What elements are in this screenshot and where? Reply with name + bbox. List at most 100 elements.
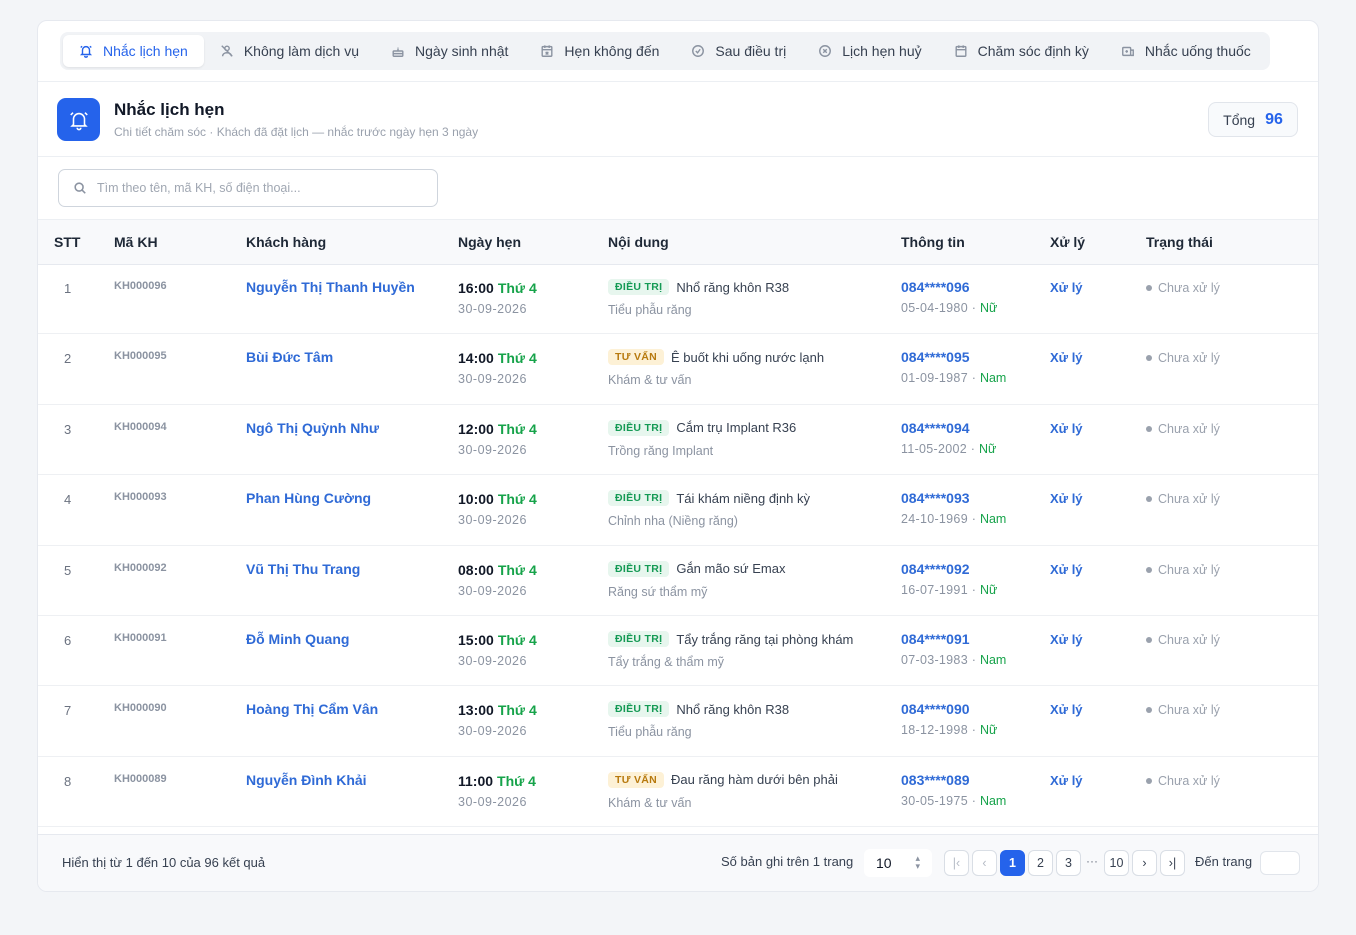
- status-text: Chưa xử lý: [1158, 492, 1220, 507]
- table-row: 4 KH000093 Phan Hùng Cường 10:00 Thứ 4 30…: [38, 475, 1318, 546]
- col-ma-kh: Mã KH: [114, 234, 158, 250]
- page-subtitle: Chi tiết chăm sóc · Khách đã đặt lịch — …: [114, 125, 479, 139]
- phone-link[interactable]: 084****094: [901, 420, 970, 436]
- phone-link[interactable]: 084****095: [901, 349, 970, 365]
- gender: Nữ: [979, 582, 998, 597]
- content: ĐIỀU TRỊ Cắm trụ Implant R36: [608, 419, 796, 436]
- process-link[interactable]: Xử lý: [1050, 280, 1083, 295]
- prev-page-button[interactable]: ‹: [972, 850, 997, 876]
- appointment-time: 15:00 Thứ 4: [458, 632, 537, 648]
- birth-date: 11-05-2002 ·: [901, 441, 980, 456]
- row-stt: 8: [64, 773, 72, 789]
- row-stt: 5: [64, 562, 72, 578]
- col-xu-ly: Xử lý: [1050, 234, 1086, 250]
- next-page-button[interactable]: ›: [1132, 850, 1157, 876]
- process-link[interactable]: Xử lý: [1050, 421, 1083, 436]
- customer-name-link[interactable]: Phan Hùng Cường: [246, 490, 371, 506]
- tab-ngay-sinh-nhat[interactable]: Ngày sinh nhật: [375, 35, 524, 67]
- customer-name-link[interactable]: Nguyễn Thị Thanh Huyền: [246, 279, 415, 295]
- status-badge: Chưa xử lý: [1146, 281, 1220, 295]
- time-value: 08:00: [458, 561, 494, 578]
- phone-link[interactable]: 084****090: [901, 701, 970, 717]
- process-link[interactable]: Xử lý: [1050, 773, 1083, 788]
- service-name: Khám & tư vấn: [608, 795, 692, 810]
- search-input[interactable]: [97, 181, 397, 195]
- phone-link[interactable]: 084****092: [901, 561, 970, 577]
- tabs: Nhắc lịch hẹn Không làm dịch vụ Ngày sin…: [60, 32, 1270, 70]
- customer-info: 01-09-1987 · Nam: [901, 371, 1006, 385]
- tab-lich-hen-huy[interactable]: Lịch hẹn huỷ: [802, 35, 937, 67]
- category-badge: ĐIỀU TRỊ: [608, 701, 670, 718]
- content-text: Ê buốt khi uống nước lạnh: [671, 349, 825, 365]
- customer-name-link[interactable]: Ngô Thị Quỳnh Như: [246, 420, 379, 436]
- table-row: 1 KH000096 Nguyễn Thị Thanh Huyền 16:00 T…: [38, 264, 1318, 335]
- pill-icon: [1121, 46, 1134, 57]
- customer-name-link[interactable]: Vũ Thị Thu Trang: [246, 561, 360, 577]
- customer-info: 30-05-1975 · Nam: [901, 794, 1006, 808]
- category-badge: ĐIỀU TRỊ: [608, 631, 670, 647]
- search-box[interactable]: [58, 169, 438, 207]
- appointment-date: 30-09-2026: [458, 583, 527, 598]
- page-button-10[interactable]: 10: [1104, 850, 1129, 876]
- section-header: Nhắc lịch hẹn Chi tiết chăm sóc · Khách …: [38, 82, 1318, 157]
- content-text: Nhổ răng khôn R38: [676, 701, 790, 717]
- content-text: Tẩy trắng răng tại phòng khám: [676, 631, 854, 647]
- phone-link[interactable]: 083****089: [901, 772, 970, 788]
- phone-link[interactable]: 084****096: [901, 279, 970, 295]
- content: ĐIỀU TRỊ Nhổ răng khôn R38: [608, 279, 789, 295]
- phone-link[interactable]: 084****093: [901, 490, 970, 506]
- row-stt: 2: [64, 351, 72, 367]
- service-name: Tiểu phẫu răng: [608, 725, 692, 740]
- appointment-time: 14:00 Thứ 4: [458, 350, 537, 366]
- page-button-2[interactable]: 2: [1028, 850, 1053, 876]
- category-badge: ĐIỀU TRỊ: [608, 490, 670, 507]
- page-button-3[interactable]: 3: [1056, 850, 1081, 876]
- phone-link[interactable]: 084****091: [901, 631, 970, 647]
- tab-cham-soc-dinh-ky[interactable]: Chăm sóc định kỳ: [938, 35, 1105, 67]
- status-badge: Chưa xử lý: [1146, 351, 1220, 365]
- tab-khong-lam-dich-vu[interactable]: Không làm dịch vụ: [204, 35, 375, 67]
- status-dot: [1146, 707, 1152, 714]
- tab-hen-khong-den[interactable]: Hẹn không đến: [524, 35, 675, 67]
- page-button-1[interactable]: 1: [1000, 850, 1025, 876]
- process-link[interactable]: Xử lý: [1050, 562, 1083, 577]
- customer-name-link[interactable]: Nguyễn Đình Khải: [246, 772, 367, 788]
- service-name: Khám & tư vấn: [608, 373, 692, 388]
- time-value: 11:00: [458, 772, 494, 789]
- status-dot: [1146, 566, 1152, 573]
- process-link[interactable]: Xử lý: [1050, 702, 1083, 717]
- process-link[interactable]: Xử lý: [1050, 350, 1083, 365]
- customer-info: 18-12-1998 · Nữ: [901, 723, 997, 737]
- customer-name-link[interactable]: Đỗ Minh Quang: [246, 631, 349, 647]
- main-card: Nhắc lịch hẹn Không làm dịch vụ Ngày sin…: [37, 20, 1319, 892]
- service-name: Răng sứ thẩm mỹ: [608, 584, 708, 599]
- tab-label: Sau điều trị: [715, 43, 787, 59]
- status-badge: Chưa xử lý: [1146, 774, 1220, 788]
- gender: Nữ: [979, 441, 997, 456]
- customer-name-link[interactable]: Bùi Đức Tâm: [246, 349, 333, 365]
- calendar-x-icon: [541, 45, 553, 57]
- col-stt: STT: [54, 234, 81, 250]
- customer-info: 07-03-1983 · Nam: [901, 653, 1006, 667]
- tab-bar: Nhắc lịch hẹn Không làm dịch vụ Ngày sin…: [38, 21, 1318, 82]
- first-page-button[interactable]: |‹: [944, 850, 969, 876]
- process-link[interactable]: Xử lý: [1050, 632, 1083, 647]
- content-text: Nhổ răng khôn R38: [676, 279, 790, 295]
- process-link[interactable]: Xử lý: [1050, 491, 1083, 506]
- last-page-button[interactable]: ›|: [1160, 850, 1185, 876]
- tab-nhac-lich-hen[interactable]: Nhắc lịch hẹn: [63, 35, 204, 67]
- search-icon: [74, 182, 86, 194]
- customer-name-link[interactable]: Hoàng Thị Cẩm Vân: [246, 701, 378, 717]
- category-badge: TƯ VẤN: [608, 349, 665, 366]
- tab-nhac-uong-thuoc[interactable]: Nhắc uống thuốc: [1105, 35, 1267, 67]
- goto-page-input[interactable]: [1260, 851, 1300, 875]
- time-value: 16:00: [458, 280, 494, 296]
- per-page-select[interactable]: 10 ▴ ▾: [864, 849, 932, 877]
- appointment-time: 12:00 Thứ 4: [458, 421, 537, 437]
- search-row: [38, 157, 1318, 220]
- gender: Nam: [979, 512, 1007, 527]
- service-name: Trồng răng Implant: [608, 443, 714, 458]
- tab-sau-dieu-tri[interactable]: Sau điều trị: [675, 35, 802, 67]
- birth-date: 30-05-1975 ·: [901, 793, 980, 808]
- service-name: Tiểu phẫu răng: [608, 303, 692, 317]
